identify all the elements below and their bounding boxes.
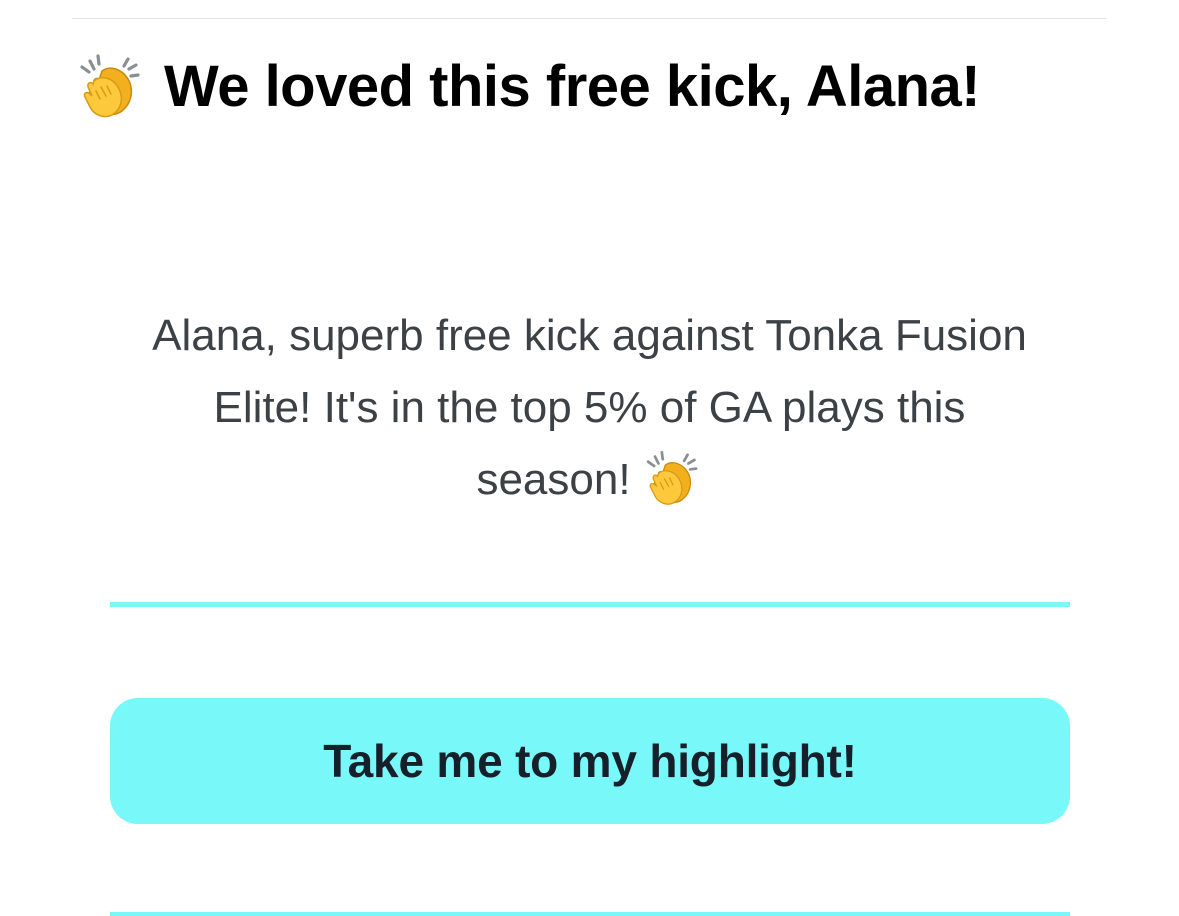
message-line-text: season! bbox=[476, 455, 631, 504]
highlight-message: Alana, superb free kick against Tonka Fu… bbox=[100, 300, 1079, 530]
clapping-hands-icon bbox=[76, 51, 146, 121]
view-highlight-button[interactable]: Take me to my highlight! bbox=[110, 698, 1070, 824]
clapping-hands-icon bbox=[643, 448, 703, 530]
accent-divider-bottom bbox=[110, 912, 1070, 916]
accent-divider bbox=[110, 602, 1070, 607]
message-line: Alana, superb free kick against Tonka Fu… bbox=[152, 311, 1027, 360]
view-highlight-button-label: Take me to my highlight! bbox=[323, 735, 857, 787]
top-divider bbox=[72, 18, 1107, 19]
message-line-last: season! bbox=[100, 444, 1079, 530]
message-line: Elite! It's in the top 5% of GA plays th… bbox=[213, 383, 966, 432]
email-subject: We loved this free kick, Alana! bbox=[76, 50, 981, 122]
email-subject-title: We loved this free kick, Alana! bbox=[164, 53, 981, 119]
